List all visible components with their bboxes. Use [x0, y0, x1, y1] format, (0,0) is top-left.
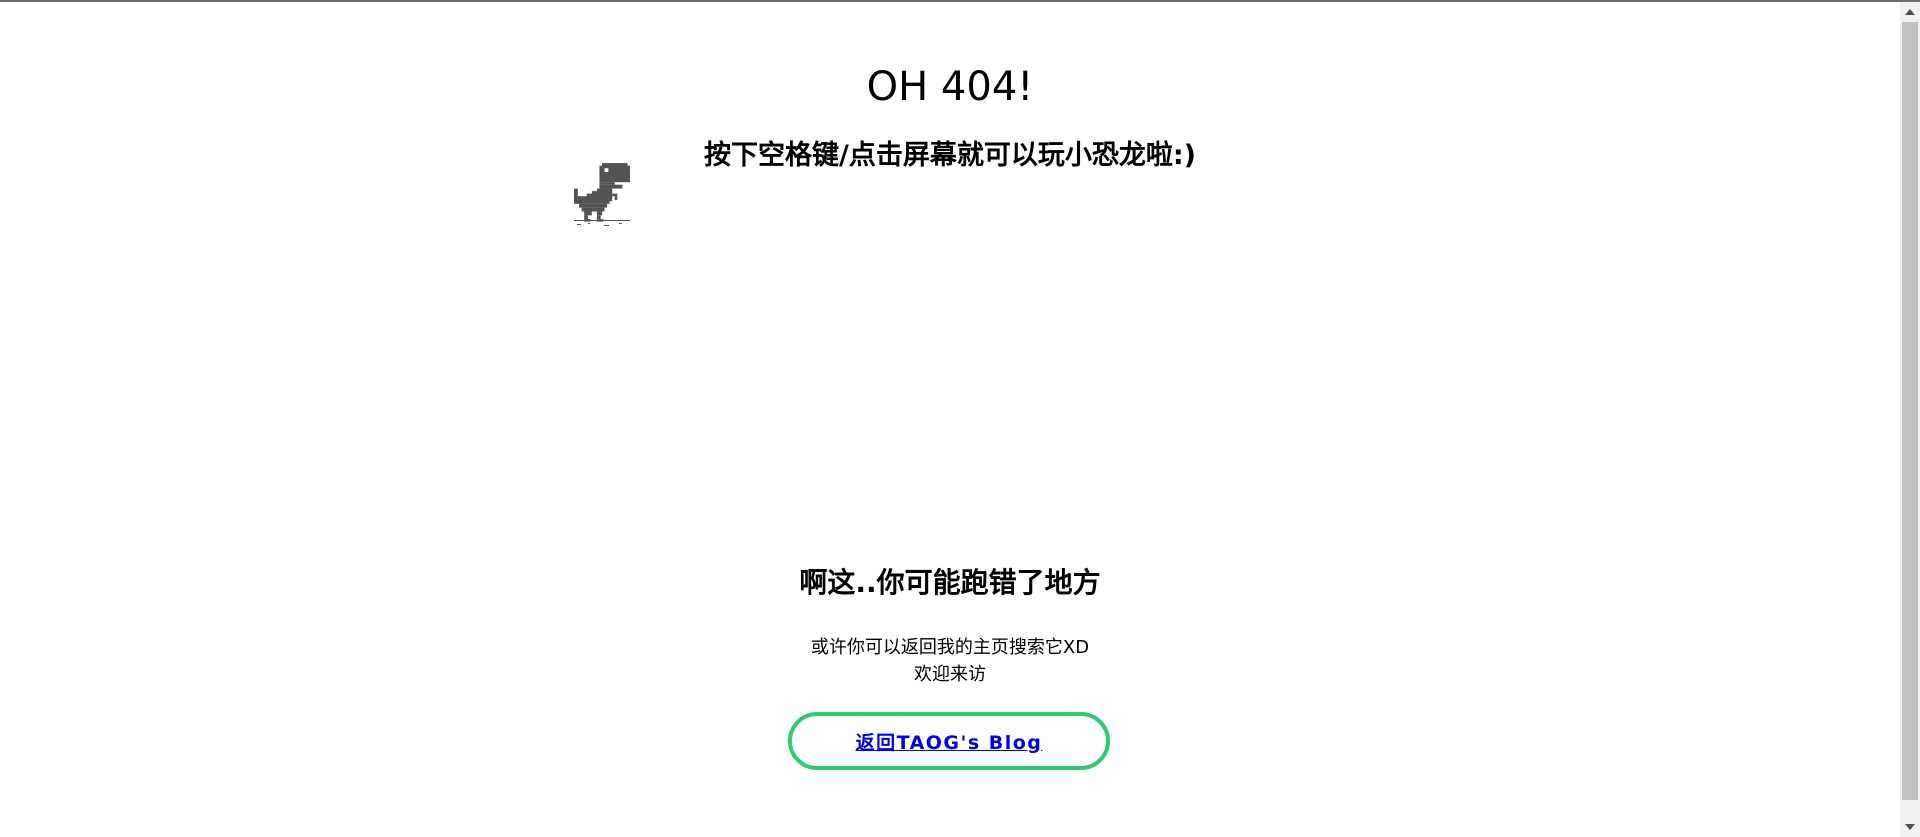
ground-line	[574, 220, 630, 226]
hint-text: 或许你可以返回我的主页搜索它XD 欢迎来访	[0, 634, 1900, 688]
scrollbar-thumb[interactable]	[1902, 22, 1918, 800]
scroll-up-arrow-icon[interactable]	[1905, 9, 1915, 15]
back-to-blog-button[interactable]: 返回TAOG's Blog	[788, 712, 1110, 770]
t-rex-dino-icon	[574, 163, 630, 222]
hint-line-1: 或许你可以返回我的主页搜索它XD	[810, 637, 1090, 658]
hint-line-2: 欢迎来访	[914, 664, 986, 685]
vertical-scrollbar[interactable]	[1900, 2, 1920, 837]
error-message: 啊这..你可能跑错了地方	[799, 566, 1101, 600]
page-title: OH 404!	[866, 63, 1034, 110]
page: OH 404! 按下空格键/点击屏幕就可以玩小恐龙啦:) 啊这..你可能跑错了地…	[0, 0, 1920, 837]
back-to-blog-link[interactable]: 返回TAOG's Blog	[856, 728, 1043, 755]
dino-game-canvas[interactable]	[574, 162, 1330, 232]
scroll-down-arrow-icon[interactable]	[1905, 824, 1915, 830]
